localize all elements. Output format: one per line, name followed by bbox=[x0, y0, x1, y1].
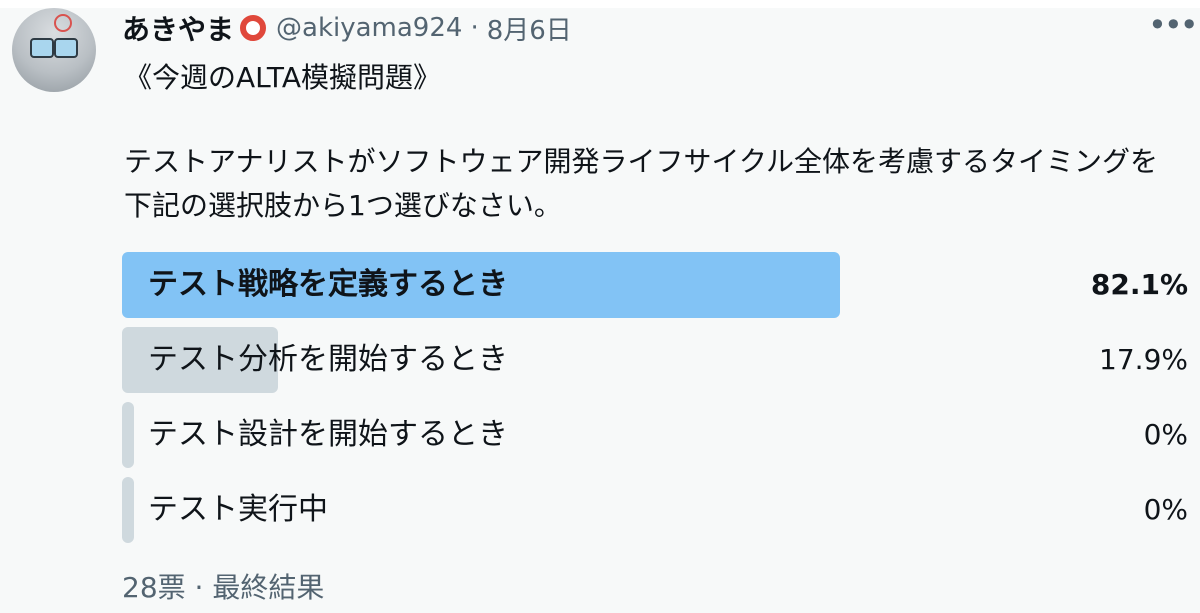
avatar-mark-icon bbox=[54, 14, 72, 32]
glasses-icon bbox=[30, 38, 78, 58]
poll-bar bbox=[122, 477, 134, 543]
header-separator: · bbox=[470, 13, 479, 43]
author-name[interactable]: あきやま bbox=[122, 8, 234, 48]
poll-option-label: テスト実行中 bbox=[148, 492, 328, 527]
poll-option: テスト実行中 0% bbox=[122, 477, 1188, 543]
tweet-header: あきやま @akiyama924 · 8月6日 bbox=[122, 8, 572, 48]
poll-option: テスト設計を開始するとき 0% bbox=[122, 402, 1188, 468]
tweet-title: 《今週のALTA模擬問題》 bbox=[124, 61, 441, 94]
top-edge bbox=[0, 0, 1200, 8]
poll-votes: 28票 bbox=[122, 571, 186, 604]
more-dots-icon[interactable]: ••• bbox=[1148, 6, 1199, 44]
poll-bar bbox=[122, 402, 134, 468]
lifebuoy-icon bbox=[240, 15, 267, 41]
poll-option-percent: 0% bbox=[1143, 493, 1188, 526]
footer-separator: · bbox=[194, 571, 204, 604]
poll-option-label: テスト設計を開始するとき bbox=[148, 417, 508, 452]
poll-option-label: テスト戦略を定義するとき bbox=[148, 267, 508, 302]
poll-footer: 28票 · 最終結果 bbox=[122, 566, 324, 606]
poll-status: 最終結果 bbox=[212, 571, 325, 604]
author-handle[interactable]: @akiyama924 bbox=[276, 13, 462, 43]
poll-option-label: テスト分析を開始するとき bbox=[148, 342, 508, 377]
tweet-date[interactable]: 8月6日 bbox=[487, 10, 572, 47]
poll-option-percent: 82.1% bbox=[1090, 268, 1188, 301]
poll-option: テスト分析を開始するとき 17.9% bbox=[122, 327, 1188, 393]
tweet-question: テストアナリストがソフトウェア開発ライフサイクル全体を考慮するタイミングを下記の… bbox=[124, 145, 1159, 222]
poll-option: テスト戦略を定義するとき 82.1% bbox=[122, 252, 1188, 318]
avatar[interactable] bbox=[12, 8, 96, 92]
poll-option-percent: 17.9% bbox=[1099, 343, 1188, 376]
poll-option-percent: 0% bbox=[1143, 418, 1188, 451]
